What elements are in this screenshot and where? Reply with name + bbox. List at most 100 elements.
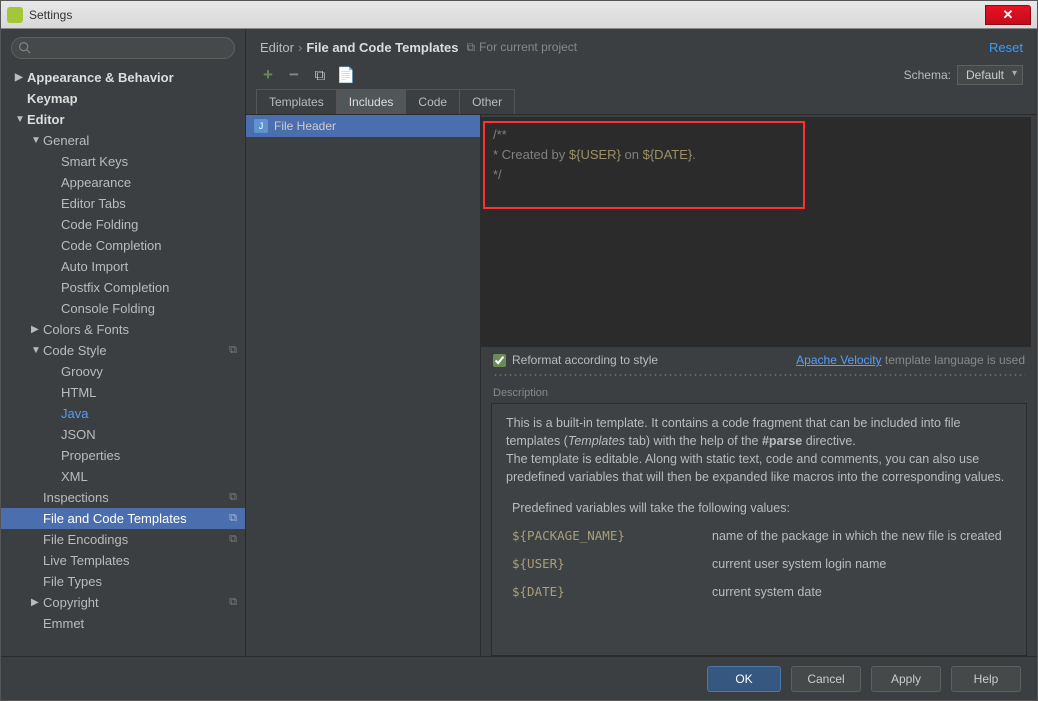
sidebar-item-label: Java [61, 406, 88, 421]
velocity-suffix: template language is used [882, 353, 1025, 367]
settings-window: Settings ✕ ▶Appearance & BehaviorKeymap▼… [0, 0, 1038, 701]
variable-row: ${PACKAGE_NAME}name of the package in wh… [512, 527, 1012, 545]
sidebar-item-code-style[interactable]: ▼Code Style⧉ [1, 340, 245, 361]
sidebar-item-file-encodings[interactable]: File Encodings ⧉ [1, 529, 245, 550]
tab-includes[interactable]: Includes [336, 89, 407, 114]
template-list[interactable]: J File Header [246, 115, 481, 656]
sidebar-item-file-types[interactable]: File Types [1, 571, 245, 592]
sidebar-item-label: File Types [43, 574, 102, 589]
sidebar-item-label: Live Templates [43, 553, 129, 568]
tab-other[interactable]: Other [459, 89, 515, 114]
sidebar-item-console-folding[interactable]: Console Folding [1, 298, 245, 319]
tab-code[interactable]: Code [405, 89, 460, 114]
sidebar-item-label: Code Folding [61, 217, 138, 232]
description-panel: This is a built-in template. It contains… [491, 403, 1027, 656]
sidebar-item-editor[interactable]: ▼Editor [1, 109, 245, 130]
sidebar-item-postfix-completion[interactable]: Postfix Completion [1, 277, 245, 298]
sidebar-item-label: File Encodings [43, 532, 128, 547]
sidebar-item-label: Console Folding [61, 301, 155, 316]
sidebar-item-general[interactable]: ▼General [1, 130, 245, 151]
sidebar-item-label: Colors & Fonts [43, 322, 129, 337]
sidebar-item-html[interactable]: HTML [1, 382, 245, 403]
breadcrumb: Editor › File and Code Templates ⧉For cu… [246, 29, 1037, 65]
project-scope-icon: ⧉ [229, 512, 237, 525]
schema-label: Schema: [904, 68, 951, 82]
variable-desc: current user system login name [712, 555, 1012, 573]
remove-button[interactable]: − [286, 67, 302, 83]
sidebar-item-file-and-code-templates[interactable]: File and Code Templates ⧉ [1, 508, 245, 529]
help-button[interactable]: Help [951, 666, 1021, 692]
apply-button[interactable]: Apply [871, 666, 941, 692]
sidebar-item-json[interactable]: JSON [1, 424, 245, 445]
sidebar-item-label: Copyright [43, 595, 99, 610]
sidebar-item-copyright[interactable]: ▶Copyright⧉ [1, 592, 245, 613]
sidebar-item-auto-import[interactable]: Auto Import [1, 256, 245, 277]
sidebar-item-properties[interactable]: Properties [1, 445, 245, 466]
arrow-icon: ▶ [15, 72, 25, 83]
sidebar-item-appearance[interactable]: Appearance [1, 172, 245, 193]
close-button[interactable]: ✕ [985, 5, 1031, 25]
sidebar-item-label: Appearance [61, 175, 131, 190]
sidebar-item-label: Code Completion [61, 238, 161, 253]
search-icon [18, 41, 31, 54]
sidebar-item-groovy[interactable]: Groovy [1, 361, 245, 382]
schema-select[interactable]: Default [957, 65, 1023, 85]
cancel-button[interactable]: Cancel [791, 666, 861, 692]
copy-button[interactable]: ⧉ [312, 67, 328, 83]
sidebar-item-appearance-behavior[interactable]: ▶Appearance & Behavior [1, 67, 245, 88]
crumb-root: Editor [260, 40, 294, 55]
sidebar-item-label: Inspections [43, 490, 109, 505]
project-icon: ⧉ [467, 40, 476, 55]
sidebar-item-label: Editor [27, 112, 65, 127]
sidebar-item-label: Postfix Completion [61, 280, 169, 295]
sidebar-item-emmet[interactable]: Emmet [1, 613, 245, 634]
sidebar-item-keymap[interactable]: Keymap [1, 88, 245, 109]
tabs: TemplatesIncludesCodeOther [246, 89, 1037, 115]
velocity-link[interactable]: Apache Velocity [796, 353, 881, 367]
variable-row: ${DATE}current system date [512, 583, 1012, 601]
template-item-file-header[interactable]: J File Header [246, 115, 480, 137]
sidebar-item-xml[interactable]: XML [1, 466, 245, 487]
sidebar-item-code-folding[interactable]: Code Folding [1, 214, 245, 235]
template-editor[interactable]: /** * Created by ${USER} on ${DATE}. */ [481, 117, 1031, 347]
project-scope-icon: ⧉ [229, 533, 237, 546]
sidebar-item-label: File and Code Templates [43, 511, 187, 526]
file-icon: J [254, 119, 268, 133]
main-panel: Editor › File and Code Templates ⧉For cu… [246, 29, 1037, 656]
add-button[interactable]: + [260, 67, 276, 83]
reset-link[interactable]: Reset [989, 40, 1023, 55]
description-label: Description [481, 377, 1037, 403]
sidebar-item-label: XML [61, 469, 88, 484]
sidebar-item-editor-tabs[interactable]: Editor Tabs [1, 193, 245, 214]
template-item-label: File Header [274, 119, 336, 133]
sidebar-item-label: JSON [61, 427, 96, 442]
arrow-icon: ▼ [31, 345, 41, 356]
sidebar-item-code-completion[interactable]: Code Completion [1, 235, 245, 256]
settings-tree[interactable]: ▶Appearance & BehaviorKeymap▼Editor▼Gene… [1, 65, 245, 656]
sidebar-item-label: HTML [61, 385, 96, 400]
sidebar-item-label: Properties [61, 448, 120, 463]
arrow-icon: ▶ [31, 597, 41, 608]
ok-button[interactable]: OK [707, 666, 781, 692]
crumb-context: For current project [479, 40, 577, 54]
settings-sidebar: ▶Appearance & BehaviorKeymap▼Editor▼Gene… [1, 29, 246, 656]
sidebar-item-label: Editor Tabs [61, 196, 126, 211]
titlebar[interactable]: Settings ✕ [1, 1, 1037, 29]
arrow-icon: ▼ [31, 135, 41, 146]
paste-button[interactable]: 📄 [338, 67, 354, 83]
tab-templates[interactable]: Templates [256, 89, 337, 114]
project-scope-icon: ⧉ [229, 344, 237, 357]
variable-name: ${PACKAGE_NAME} [512, 527, 712, 545]
window-title: Settings [29, 8, 72, 22]
sidebar-item-smart-keys[interactable]: Smart Keys [1, 151, 245, 172]
variable-row: ${USER}current user system login name [512, 555, 1012, 573]
sidebar-item-live-templates[interactable]: Live Templates [1, 550, 245, 571]
variable-desc: current system date [712, 583, 1012, 601]
sidebar-item-java[interactable]: Java [1, 403, 245, 424]
reformat-label: Reformat according to style [512, 353, 658, 367]
sidebar-item-colors-fonts[interactable]: ▶Colors & Fonts [1, 319, 245, 340]
reformat-checkbox[interactable] [493, 354, 506, 367]
sidebar-item-label: Groovy [61, 364, 103, 379]
sidebar-item-inspections[interactable]: Inspections⧉ [1, 487, 245, 508]
search-input[interactable] [11, 37, 235, 59]
